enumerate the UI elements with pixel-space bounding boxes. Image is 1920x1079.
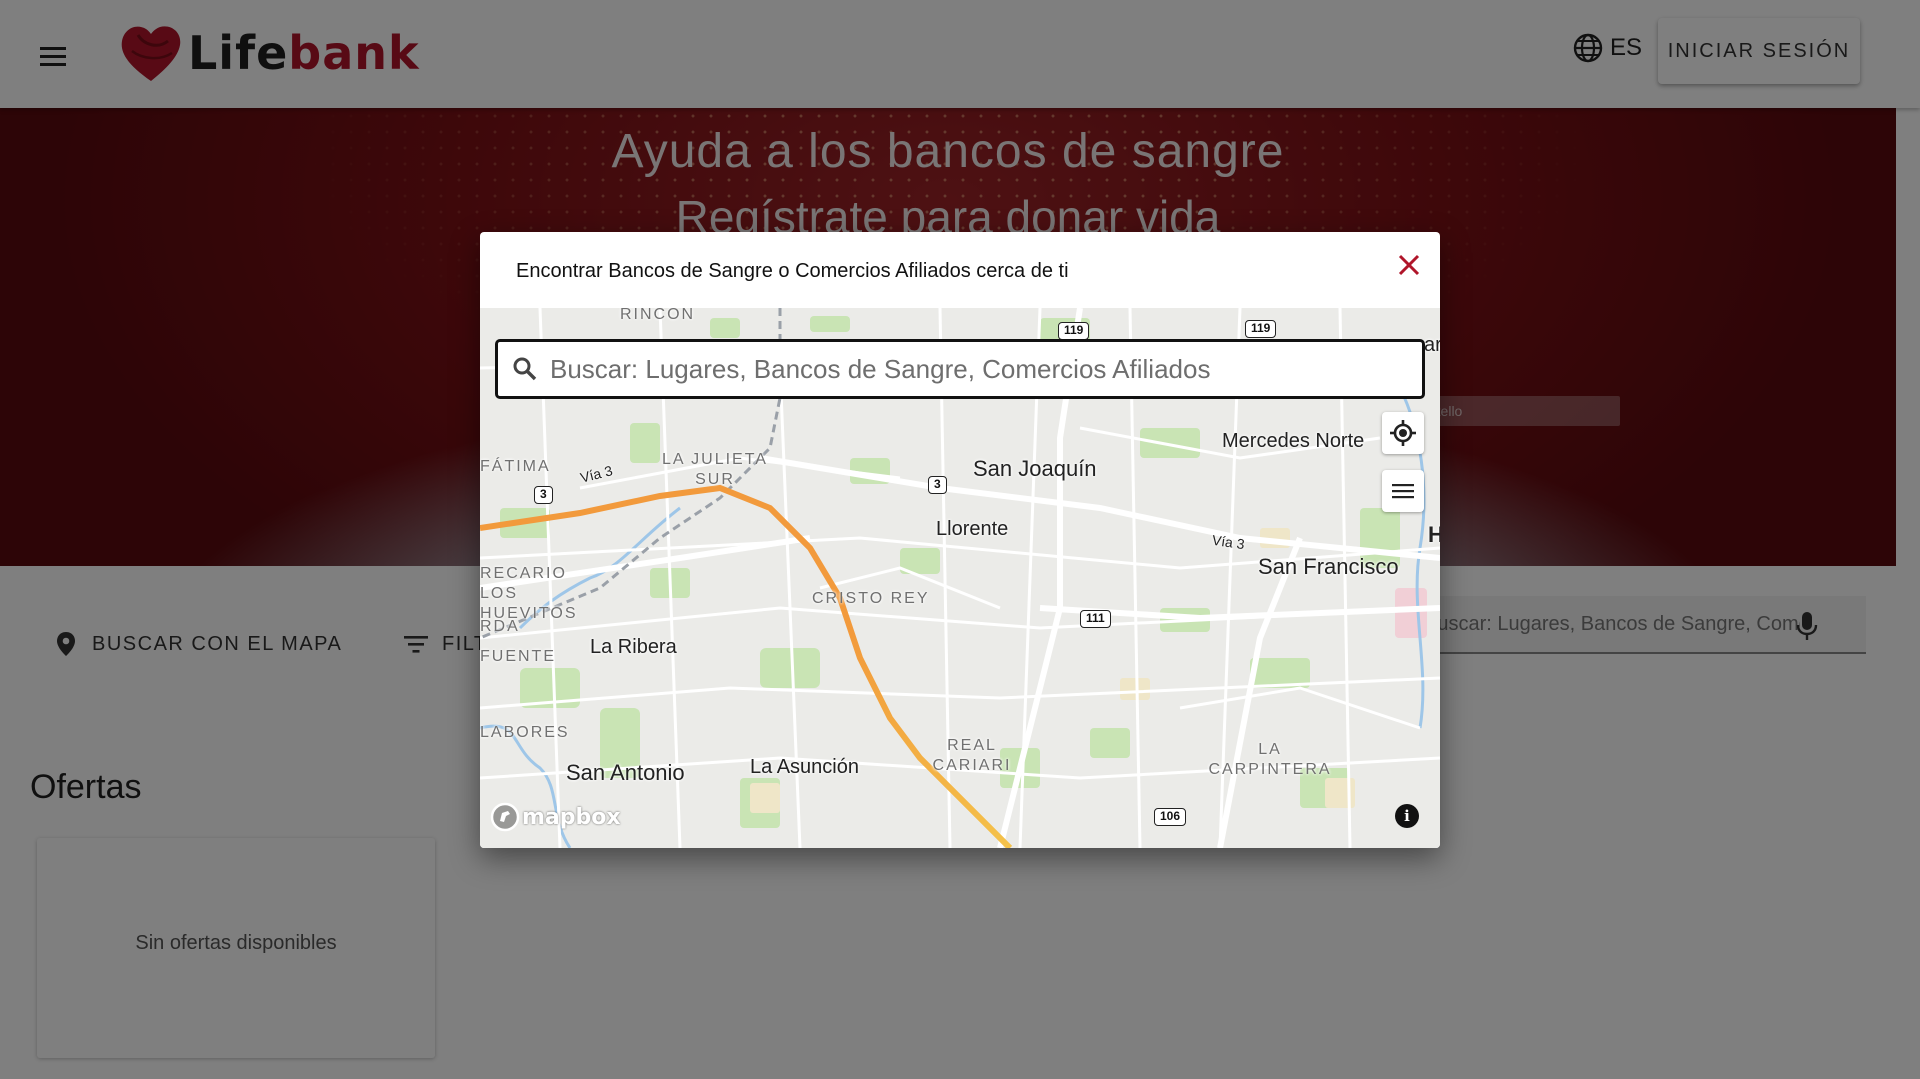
map-place-label: San Antonio: [566, 760, 685, 785]
map-district-label: CRISTO REY: [812, 590, 930, 607]
dialog-title: Encontrar Bancos de Sangre o Comercios A…: [516, 260, 1069, 282]
map-district-label: RECARIO LOS HUEVITOS: [480, 565, 578, 622]
close-button[interactable]: [1388, 244, 1430, 286]
map-place-label: Mercedes Norte: [1222, 430, 1365, 452]
mapbox-logo[interactable]: mapbox: [490, 802, 621, 832]
map-district-label: FÁTIMA: [480, 458, 551, 475]
map-district-label: LA JULIETA SUR: [662, 451, 768, 488]
map-district-label: LA CARPINTERA: [1208, 741, 1332, 778]
attribution-info-icon[interactable]: i: [1395, 804, 1419, 828]
map-district-label: FUENTE: [480, 648, 556, 665]
map-place-label: La Asunción: [750, 756, 859, 778]
map-district-label: LABORES: [480, 724, 570, 741]
map-district-label: RINCÓN: [620, 308, 696, 323]
dialog-header: Encontrar Bancos de Sangre o Comercios A…: [480, 232, 1440, 308]
map-canvas[interactable]: 119 119 3 3 111 106 San Joaquín Mercedes…: [480, 308, 1440, 848]
close-icon: [1398, 254, 1420, 276]
route-shield: 106: [1154, 808, 1187, 826]
map-search-box[interactable]: [495, 339, 1425, 399]
map-edge-label: H: [1428, 522, 1440, 547]
route-shield: 111: [1080, 610, 1111, 628]
mapbox-mark-icon: [490, 802, 520, 832]
map-layers-button[interactable]: [1382, 470, 1424, 512]
map-place-label: San Joaquín: [973, 456, 1097, 481]
map-edge-label: ar: [1424, 334, 1440, 356]
map-search-dialog: Encontrar Bancos de Sangre o Comercios A…: [480, 232, 1440, 848]
map-place-label: San Francisco: [1258, 554, 1399, 579]
route-shield: 119: [1058, 322, 1090, 340]
route-shield: 3: [534, 486, 553, 504]
search-icon: [513, 357, 537, 381]
map-district-label: REAL CARIARI: [932, 737, 1012, 774]
crosshair-location-icon: [1390, 420, 1416, 446]
map-place-label: Llorente: [936, 518, 1009, 540]
route-shield: 119: [1245, 320, 1277, 338]
map-place-label: La Ribera: [590, 636, 677, 658]
menu-lines-icon: [1392, 484, 1414, 499]
mapbox-wordmark: mapbox: [522, 804, 621, 830]
map-search-input[interactable]: [550, 344, 1410, 394]
map-district-label: RDA: [480, 618, 520, 635]
geolocate-button[interactable]: [1382, 412, 1424, 454]
route-shield: 3: [928, 476, 947, 494]
